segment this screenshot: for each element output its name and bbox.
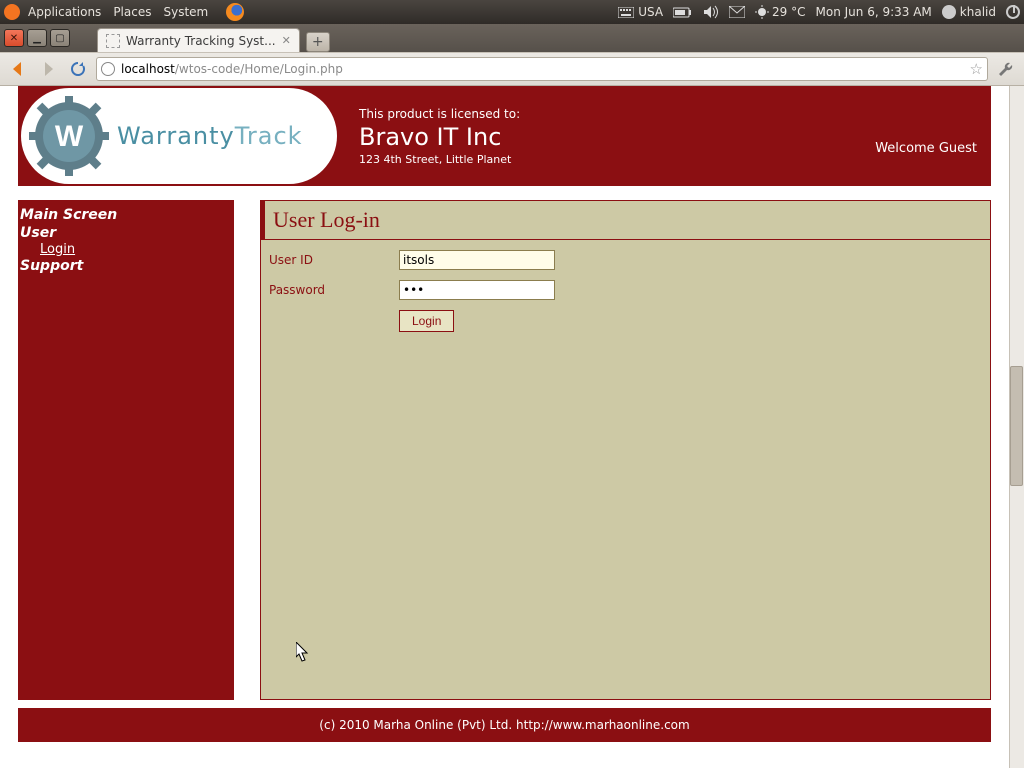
sidebar-item-login[interactable]: Login [40,242,232,257]
logo-gear-icon: W [29,96,109,176]
tab-title: Warranty Tracking Syst... [126,34,276,48]
tab-favicon-icon [106,34,120,48]
settings-wrench-button[interactable] [994,57,1018,81]
userid-input[interactable] [399,250,555,270]
page-viewport: W WarrantyTrack This product is licensed… [0,86,1024,768]
page-body: W WarrantyTrack This product is licensed… [0,86,1009,768]
brand-word-b: Track [235,122,303,150]
window-close-button[interactable]: ✕ [4,29,24,47]
ubuntu-logo-icon[interactable] [4,4,20,20]
keyboard-layout-label: USA [638,5,663,19]
username-label: khalid [960,5,996,19]
bookmark-star-icon[interactable]: ☆ [970,60,983,78]
scrollbar-thumb[interactable] [1010,366,1023,486]
browser-tab-bar: Warranty Tracking Syst... ✕ + [97,24,330,52]
welcome-text: Welcome Guest [875,141,977,156]
url-bar[interactable]: localhost/wtos-code/Home/Login.php ☆ [96,57,988,81]
system-tray: USA 29 °C Mon Jun 6, 9:33 AM khalid [618,5,1020,19]
browser-tab-active[interactable]: Warranty Tracking Syst... ✕ [97,28,300,52]
url-path: /wtos-code/Home/Login.php [175,62,343,76]
clock[interactable]: Mon Jun 6, 9:33 AM [816,5,932,19]
menu-applications[interactable]: Applications [28,5,101,19]
url-host: localhost [121,62,175,76]
sidebar-link-login[interactable]: Login [40,242,75,257]
browser-nav-toolbar: localhost/wtos-code/Home/Login.php ☆ [0,52,1024,86]
brand-word-a: Warranty [117,122,235,150]
window-maximize-button[interactable]: ▢ [50,29,70,47]
password-input[interactable] [399,280,555,300]
sidebar-item-support[interactable]: Support [20,257,232,275]
panel-title: User Log-in [261,201,990,240]
login-form: User ID Password Login [261,240,990,342]
vertical-scrollbar[interactable] [1009,86,1024,768]
keyboard-indicator[interactable]: USA [618,5,663,19]
sidebar-item-main-screen[interactable]: Main Screen [20,206,232,224]
window-titlebar: ✕ ▁ ▢ Warranty Tracking Syst... ✕ + [0,24,1024,52]
password-label: Password [269,283,399,297]
header-banner: W WarrantyTrack This product is licensed… [18,86,991,186]
keyboard-icon [618,7,634,18]
userid-label: User ID [269,253,399,267]
new-tab-button[interactable]: + [306,32,330,52]
power-icon[interactable] [1006,5,1020,19]
weather-indicator[interactable]: 29 °C [755,5,805,19]
weather-temp: 29 °C [772,5,805,19]
tab-close-icon[interactable]: ✕ [282,34,291,47]
window-minimize-button[interactable]: ▁ [27,29,47,47]
nav-forward-button[interactable] [36,57,60,81]
brand-wordmark: WarrantyTrack [117,122,303,150]
battery-icon[interactable] [673,7,693,18]
user-menu[interactable]: khalid [942,5,996,19]
gnome-top-panel: Applications Places System USA 29 °C Mon… [0,0,1024,24]
mail-icon[interactable] [729,6,745,18]
weather-icon [755,5,769,19]
volume-icon[interactable] [703,5,719,19]
firefox-launcher-icon[interactable] [226,3,244,21]
nav-back-button[interactable] [6,57,30,81]
sidebar-nav: Main Screen User Login Support [18,200,234,700]
licensed-to-label: This product is licensed to: [359,107,991,121]
login-button[interactable]: Login [399,310,454,332]
main-panel: User Log-in User ID Password Login [260,200,991,700]
nav-reload-button[interactable] [66,57,90,81]
svg-text:W: W [55,120,84,153]
sidebar-item-user[interactable]: User [20,224,232,242]
page-footer: (c) 2010 Marha Online (Pvt) Ltd. http://… [18,708,991,742]
site-identity-icon[interactable] [101,62,115,76]
menu-places[interactable]: Places [113,5,151,19]
logo-container: W WarrantyTrack [21,88,337,184]
menu-system[interactable]: System [163,5,208,19]
user-avatar-icon [942,5,956,19]
